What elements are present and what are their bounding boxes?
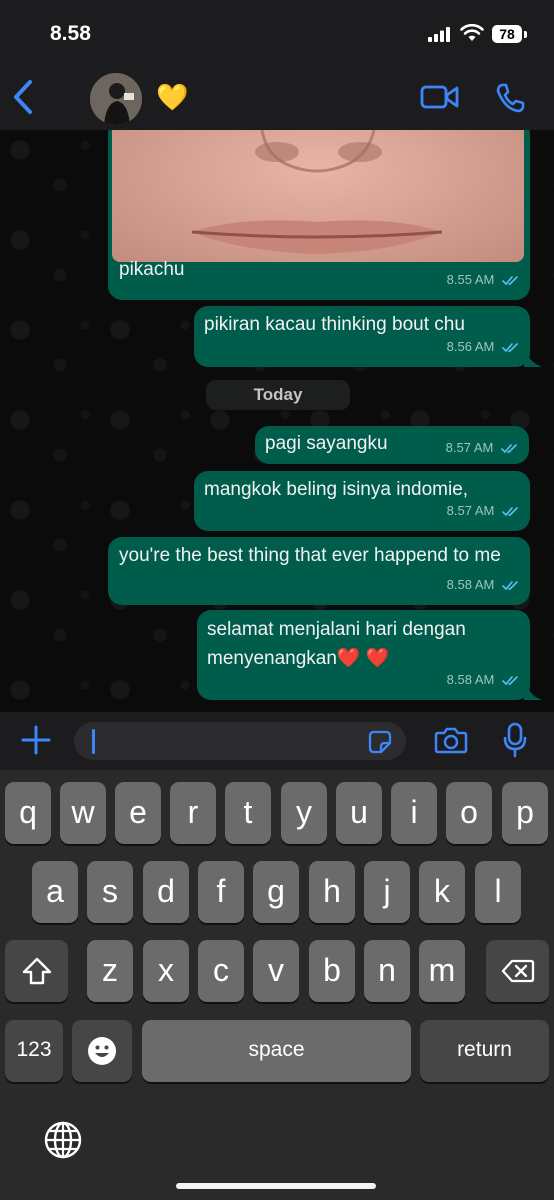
bubble-tail xyxy=(524,679,542,700)
battery-nub xyxy=(524,31,527,38)
key-r[interactable]: r xyxy=(170,782,216,844)
message-meta: 8.55 AM xyxy=(447,265,520,294)
message-time: 8.58 AM xyxy=(446,577,495,592)
key-b[interactable]: b xyxy=(309,940,355,1002)
message-bubble[interactable]: pagi sayangku 8.57 AM xyxy=(255,426,529,464)
numbers-key[interactable]: 123 xyxy=(5,1020,63,1082)
key-s[interactable]: s xyxy=(87,861,133,923)
keyboard: q w e r t y u i o p a s d f g h j k l z … xyxy=(0,770,554,1200)
photo-attachment[interactable] xyxy=(112,130,524,262)
message-meta: 8.57 AM xyxy=(447,496,520,525)
message-time: 8.57 AM xyxy=(445,440,494,455)
message-bubble[interactable]: you're the best thing that ever happend … xyxy=(108,537,530,605)
read-receipt-icon xyxy=(502,676,518,686)
shift-key[interactable] xyxy=(5,940,68,1002)
key-k[interactable]: k xyxy=(419,861,465,923)
chat-area[interactable]: pikachu 8.55 AM pikiran kacau thinking b… xyxy=(0,130,554,712)
message-text: pagi sayangku xyxy=(265,433,388,454)
plus-icon[interactable] xyxy=(20,724,52,756)
message-meta: 8.57 AM xyxy=(446,433,519,462)
video-call-icon[interactable] xyxy=(420,84,460,110)
message-input-bar xyxy=(0,712,554,770)
chat-header: 💛 xyxy=(0,64,554,130)
key-i[interactable]: i xyxy=(391,782,437,844)
globe-icon[interactable] xyxy=(43,1120,83,1160)
sticker-icon[interactable] xyxy=(368,730,392,754)
space-key[interactable]: space xyxy=(142,1020,411,1082)
text-caret xyxy=(92,729,95,754)
battery-indicator: 78 xyxy=(492,25,522,43)
microphone-icon[interactable] xyxy=(502,722,528,758)
home-indicator[interactable] xyxy=(176,1183,376,1189)
message-time: 8.55 AM xyxy=(446,272,495,287)
message-meta: 8.56 AM xyxy=(447,332,520,361)
message-time: 8.56 AM xyxy=(446,339,495,354)
key-u[interactable]: u xyxy=(336,782,382,844)
key-y[interactable]: y xyxy=(281,782,327,844)
photo-image xyxy=(191,130,443,254)
signal-icon xyxy=(428,27,450,42)
emoji-key[interactable] xyxy=(72,1020,132,1082)
key-x[interactable]: x xyxy=(143,940,189,1002)
delete-key[interactable] xyxy=(486,940,549,1002)
message-time: 8.58 AM xyxy=(446,672,495,687)
avatar-image xyxy=(90,73,142,125)
key-c[interactable]: c xyxy=(198,940,244,1002)
message-bubble[interactable]: mangkok beling isinya indomie, 8.57 AM xyxy=(194,471,530,531)
wifi-icon xyxy=(460,24,484,41)
key-m[interactable]: m xyxy=(419,940,465,1002)
delete-icon xyxy=(501,959,534,983)
key-t[interactable]: t xyxy=(225,782,271,844)
message-text: pikachu xyxy=(119,259,185,280)
key-o[interactable]: o xyxy=(446,782,492,844)
message-bubble[interactable]: selamat menjalani hari dengan menyenangk… xyxy=(197,610,530,700)
key-n[interactable]: n xyxy=(364,940,410,1002)
status-bar: 8.58 78 xyxy=(0,0,554,64)
key-v[interactable]: v xyxy=(253,940,299,1002)
message-meta: 8.58 AM xyxy=(447,665,520,694)
bubble-tail xyxy=(524,346,542,367)
key-d[interactable]: d xyxy=(143,861,189,923)
key-l[interactable]: l xyxy=(475,861,521,923)
key-e[interactable]: e xyxy=(115,782,161,844)
key-h[interactable]: h xyxy=(309,861,355,923)
key-g[interactable]: g xyxy=(253,861,299,923)
key-z[interactable]: z xyxy=(87,940,133,1002)
message-text: you're the best thing that ever happend … xyxy=(119,545,501,566)
key-q[interactable]: q xyxy=(5,782,51,844)
message-bubble[interactable]: pikiran kacau thinking bout chu 8.56 AM xyxy=(194,306,530,367)
message-meta: 8.58 AM xyxy=(447,570,520,599)
message-input[interactable] xyxy=(74,722,406,760)
return-key[interactable]: return xyxy=(420,1020,549,1082)
key-a[interactable]: a xyxy=(32,861,78,923)
key-w[interactable]: w xyxy=(60,782,106,844)
read-receipt-icon xyxy=(502,343,518,353)
read-receipt-icon xyxy=(502,581,518,591)
shift-icon xyxy=(22,957,51,985)
phone-icon[interactable] xyxy=(494,82,526,114)
key-p[interactable]: p xyxy=(502,782,548,844)
read-receipt-icon xyxy=(502,276,518,286)
message-time: 8.57 AM xyxy=(446,503,495,518)
emoji-icon xyxy=(88,1037,116,1065)
day-separator: Today xyxy=(206,380,350,410)
status-time: 8.58 xyxy=(50,22,91,45)
message-text: pikiran kacau thinking bout chu xyxy=(204,314,465,335)
key-f[interactable]: f xyxy=(198,861,244,923)
contact-name[interactable]: 💛 xyxy=(156,82,188,113)
read-receipt-icon xyxy=(501,444,517,454)
camera-icon[interactable] xyxy=(434,726,468,754)
message-text: mangkok beling isinya indomie, xyxy=(204,479,469,500)
avatar[interactable] xyxy=(90,73,142,125)
message-bubble[interactable]: pikachu 8.55 AM xyxy=(108,130,530,300)
back-icon[interactable] xyxy=(10,78,38,116)
key-j[interactable]: j xyxy=(364,861,410,923)
read-receipt-icon xyxy=(502,507,518,517)
